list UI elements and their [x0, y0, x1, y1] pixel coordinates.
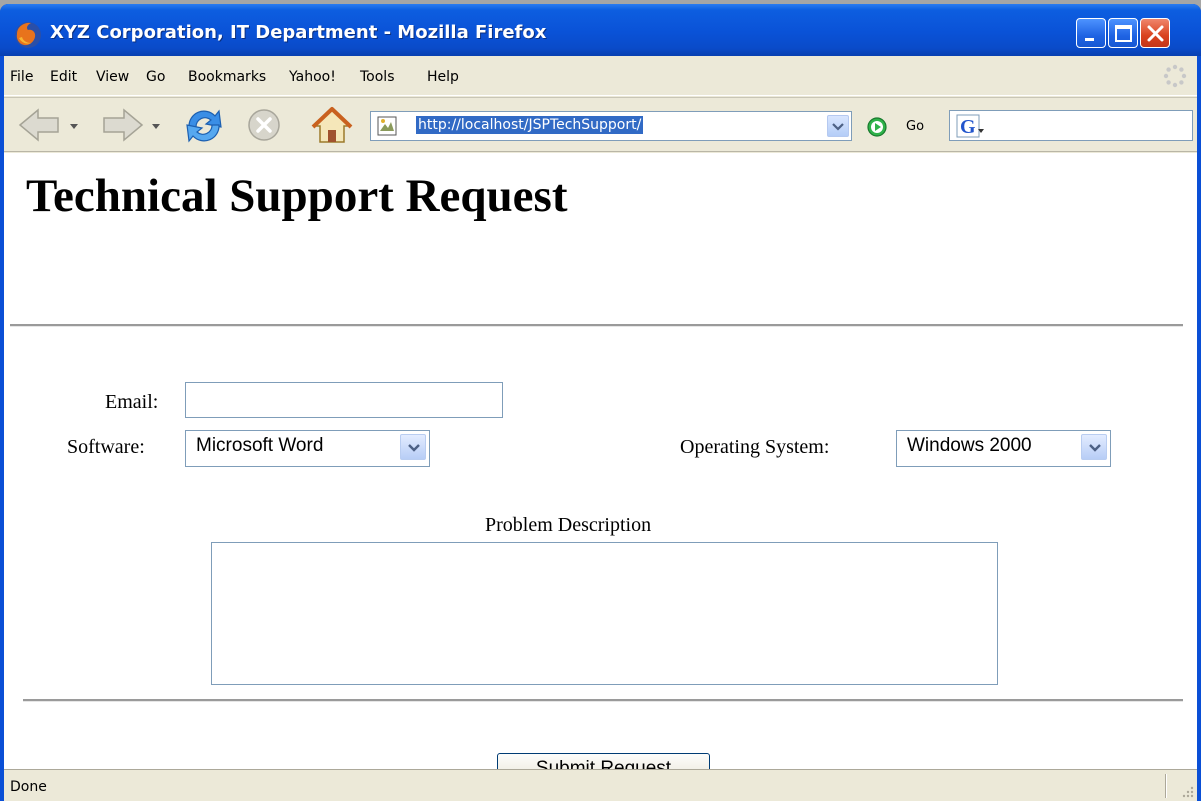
- window-title: XYZ Corporation, IT Department - Mozilla…: [50, 22, 547, 43]
- divider-bottom: [23, 699, 1183, 702]
- go-button-label[interactable]: Go: [906, 119, 924, 134]
- email-label: Email:: [105, 391, 159, 413]
- divider-top: [10, 324, 1183, 327]
- minimize-button[interactable]: [1076, 18, 1106, 48]
- menu-yahoo[interactable]: Yahoo!: [289, 69, 336, 85]
- home-icon[interactable]: [309, 105, 355, 147]
- status-bar: Done: [4, 769, 1197, 801]
- url-bar[interactable]: http://localhost/JSPTechSupport/: [370, 111, 852, 141]
- operating-system-select[interactable]: Windows 2000: [896, 430, 1111, 467]
- navigation-toolbar: http://localhost/JSPTechSupport/ Go G: [4, 97, 1197, 152]
- back-dropdown-icon[interactable]: [66, 105, 82, 145]
- chevron-down-icon: [832, 123, 844, 131]
- menu-bookmarks[interactable]: Bookmarks: [188, 69, 266, 85]
- menu-edit[interactable]: Edit: [50, 69, 77, 85]
- menu-view[interactable]: View: [96, 69, 129, 85]
- svg-text:G: G: [960, 116, 976, 138]
- minimize-icon: [1085, 38, 1094, 41]
- chevron-down-icon: [1089, 444, 1101, 452]
- menu-help[interactable]: Help: [427, 69, 459, 85]
- page-content: Technical Support Request Email: Softwar…: [4, 153, 1197, 785]
- operating-system-dropdown-button[interactable]: [1081, 434, 1107, 460]
- software-dropdown-button[interactable]: [400, 434, 426, 460]
- problem-description-label: Problem Description: [485, 514, 652, 536]
- throbber-icon: [1163, 64, 1187, 88]
- url-dropdown-button[interactable]: [827, 115, 849, 137]
- software-select-value: Microsoft Word: [196, 435, 324, 456]
- software-label: Software:: [67, 436, 145, 458]
- menu-tools[interactable]: Tools: [360, 69, 395, 85]
- close-icon: [1147, 25, 1164, 42]
- maximize-button[interactable]: [1108, 18, 1138, 48]
- menu-file[interactable]: File: [10, 69, 33, 85]
- menu-go[interactable]: Go: [146, 69, 165, 85]
- problem-description-textarea[interactable]: [211, 542, 998, 685]
- maximize-icon: [1115, 25, 1132, 42]
- url-text[interactable]: http://localhost/JSPTechSupport/: [416, 116, 644, 134]
- software-select[interactable]: Microsoft Word: [185, 430, 430, 467]
- forward-dropdown-icon[interactable]: [148, 105, 164, 145]
- operating-system-label: Operating System:: [680, 436, 830, 458]
- back-icon[interactable]: [14, 105, 66, 145]
- firefox-icon: [15, 22, 41, 48]
- page-favicon-icon: [377, 116, 397, 136]
- browser-window: XYZ Corporation, IT Department - Mozilla…: [0, 4, 1201, 801]
- chevron-down-icon: [408, 444, 420, 452]
- search-box[interactable]: G: [949, 110, 1193, 141]
- email-field[interactable]: [185, 382, 503, 418]
- stop-icon[interactable]: [244, 105, 284, 145]
- forward-icon[interactable]: [96, 105, 148, 145]
- window-body: File Edit View Go Bookmarks Yahoo! Tools…: [4, 56, 1197, 801]
- status-separator: [1165, 774, 1167, 798]
- resize-grip-icon[interactable]: [1179, 783, 1195, 799]
- go-icon[interactable]: [866, 116, 888, 138]
- page-title: Technical Support Request: [26, 170, 568, 222]
- operating-system-select-value: Windows 2000: [907, 435, 1032, 456]
- title-bar[interactable]: XYZ Corporation, IT Department - Mozilla…: [0, 4, 1201, 56]
- reload-icon[interactable]: [181, 105, 227, 147]
- close-button[interactable]: [1140, 18, 1170, 48]
- menu-bar: File Edit View Go Bookmarks Yahoo! Tools…: [4, 56, 1197, 96]
- status-text: Done: [10, 779, 47, 795]
- google-search-icon[interactable]: G: [956, 114, 986, 138]
